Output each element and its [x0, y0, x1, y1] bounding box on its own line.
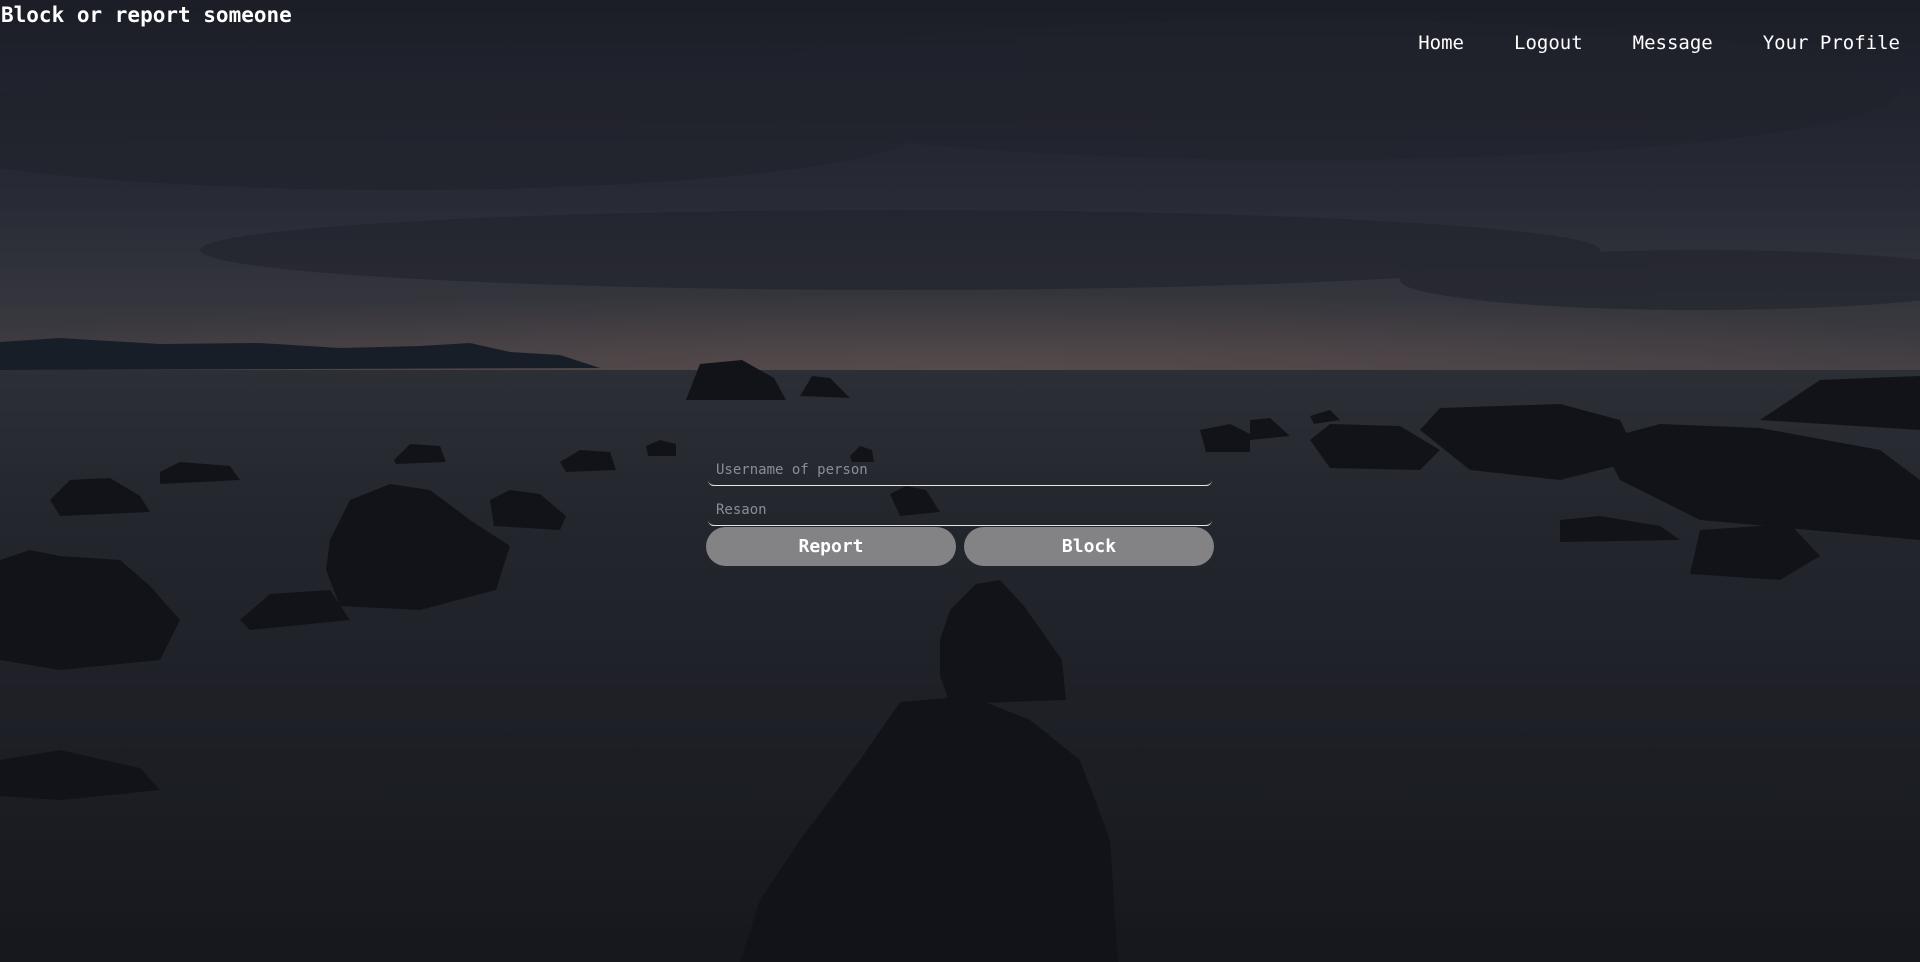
nav-logout-link[interactable]: Logout — [1514, 30, 1583, 56]
username-input[interactable] — [708, 448, 1212, 486]
nav-home-link[interactable]: Home — [1418, 30, 1464, 56]
reason-input[interactable] — [708, 488, 1212, 526]
action-buttons: Report Block — [706, 527, 1214, 566]
block-report-form: Report Block — [706, 448, 1214, 566]
page-title: Block or report someone — [1, 3, 292, 27]
block-button[interactable]: Block — [964, 527, 1214, 566]
nav-message-link[interactable]: Message — [1633, 30, 1713, 56]
top-nav: Home Logout Message Your Profile — [1418, 30, 1900, 56]
nav-your-profile-link[interactable]: Your Profile — [1763, 30, 1900, 56]
report-button[interactable]: Report — [706, 527, 956, 566]
